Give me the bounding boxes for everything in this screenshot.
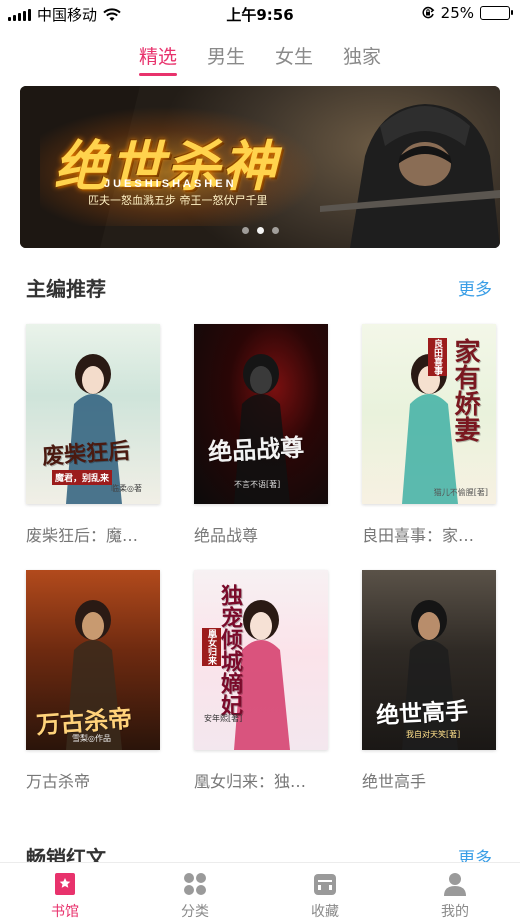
section-title: 主编推荐 — [26, 277, 106, 301]
orientation-lock-icon — [422, 6, 435, 19]
book-card[interactable]: 独宠倾城嫡妃 凰女归来 安年熙[著] 凰女归来：独… — [194, 570, 328, 816]
book-grid: 废柴狂后 魔君，别乱来 临柔◎著 废柴狂后：魔… 绝品战尊 不言不语[著] 绝品战尊 家有娇妻… — [26, 324, 496, 816]
person-icon — [442, 871, 468, 897]
cover-title: 家有娇妻 — [450, 338, 480, 442]
tab-0[interactable]: 精选 — [138, 42, 177, 76]
banner-subtitle: JUESHISHASHEN — [104, 178, 237, 190]
pagination-dot[interactable] — [271, 227, 279, 234]
cover-author: 猫儿不偷腥[著] — [433, 488, 488, 497]
book-card[interactable]: 废柴狂后 魔君，别乱来 临柔◎著废柴狂后：魔… — [26, 324, 160, 570]
nav-label: 我的 — [441, 904, 469, 920]
nav-label: 收藏 — [311, 904, 339, 920]
book-cover[interactable]: 废柴狂后 魔君，别乱来 临柔◎著 — [26, 324, 160, 504]
book-title[interactable]: 废柴狂后：魔… — [26, 522, 160, 546]
cover-author: 安年熙[著] — [204, 714, 243, 723]
book-title[interactable]: 绝品战尊 — [194, 522, 328, 546]
bottom-nav: 书馆 分类 收藏 我的 — [0, 862, 520, 924]
nav-item-2[interactable]: 收藏 — [260, 863, 390, 924]
featured-banner[interactable]: 绝世杀神 JUESHISHASHEN 匹夫一怒血溅五步 帝王一怒伏尸千里 — [20, 86, 500, 248]
tab-1[interactable]: 男生 — [207, 42, 245, 72]
shelf-icon — [312, 871, 338, 897]
book-cover[interactable]: 独宠倾城嫡妃 凰女归来 安年熙[著] — [194, 570, 328, 750]
banner-pagination — [20, 227, 500, 234]
book-cover[interactable]: 绝世高手 我自对天笑[著] — [362, 570, 496, 750]
battery-icon — [480, 6, 513, 20]
cover-title: 绝世高手 — [375, 697, 469, 730]
more-link[interactable]: 更多 — [458, 275, 492, 300]
nav-item-0[interactable]: 书馆 — [0, 863, 130, 924]
cover-subtitle: 凰女归来 — [202, 628, 221, 666]
cover-subtitle: 良田喜事 — [428, 338, 447, 376]
bookmark-icon — [52, 871, 78, 897]
banner-tagline: 匹夫一怒血溅五步 帝王一怒伏尸千里 — [88, 194, 268, 207]
pagination-dot[interactable] — [241, 227, 249, 234]
book-title[interactable]: 凰女归来：独… — [194, 768, 328, 792]
book-cover[interactable]: 绝品战尊不言不语[著] — [194, 324, 328, 504]
book-cover[interactable]: 万古杀帝 雪梨◎作品 — [26, 570, 160, 750]
cover-subtitle: 魔君，别乱来 — [52, 470, 113, 485]
cover-author: 雪梨◎作品 — [72, 734, 111, 743]
cover-title: 绝品战尊 — [207, 432, 305, 467]
battery-percent: 25% — [440, 4, 474, 22]
book-card[interactable]: 万古杀帝 雪梨◎作品万古杀帝 — [26, 570, 160, 816]
book-card[interactable]: 绝世高手 我自对天笑[著] 绝世高手 — [362, 570, 496, 816]
nav-item-1[interactable]: 分类 — [130, 863, 260, 924]
nav-label: 书馆 — [51, 904, 79, 920]
pagination-dot[interactable] — [256, 227, 264, 234]
category-tabs: 精选 男生 女生 独家 — [0, 42, 520, 76]
book-title[interactable]: 万古杀帝 — [26, 768, 160, 792]
book-cover[interactable]: 家有娇妻 良田喜事猫儿不偷腥[著] — [362, 324, 496, 504]
editor-picks-header: 主编推荐 更多 — [26, 273, 496, 303]
nav-label: 分类 — [181, 904, 209, 920]
cover-illustration — [234, 354, 290, 504]
book-title[interactable]: 绝世高手 — [362, 768, 496, 792]
tab-3[interactable]: 独家 — [343, 42, 381, 72]
nav-item-3[interactable]: 我的 — [390, 863, 520, 924]
book-card[interactable]: 家有娇妻 良田喜事猫儿不偷腥[著] 良田喜事：家… — [362, 324, 496, 570]
status-bar: 中国移动 上午9:56 25% — [0, 0, 520, 28]
cover-author: 不言不语[著] — [234, 480, 281, 489]
cover-author: 我自对天笑[著] — [406, 730, 461, 739]
book-title[interactable]: 良田喜事：家… — [362, 522, 496, 546]
tab-2[interactable]: 女生 — [275, 42, 313, 72]
book-card[interactable]: 绝品战尊 不言不语[著] 绝品战尊 — [194, 324, 328, 570]
cover-title: 废柴狂后 — [41, 437, 131, 471]
cover-author: 临柔◎著 — [111, 484, 142, 493]
status-right: 25% — [421, 4, 513, 22]
grid-icon — [182, 871, 208, 897]
